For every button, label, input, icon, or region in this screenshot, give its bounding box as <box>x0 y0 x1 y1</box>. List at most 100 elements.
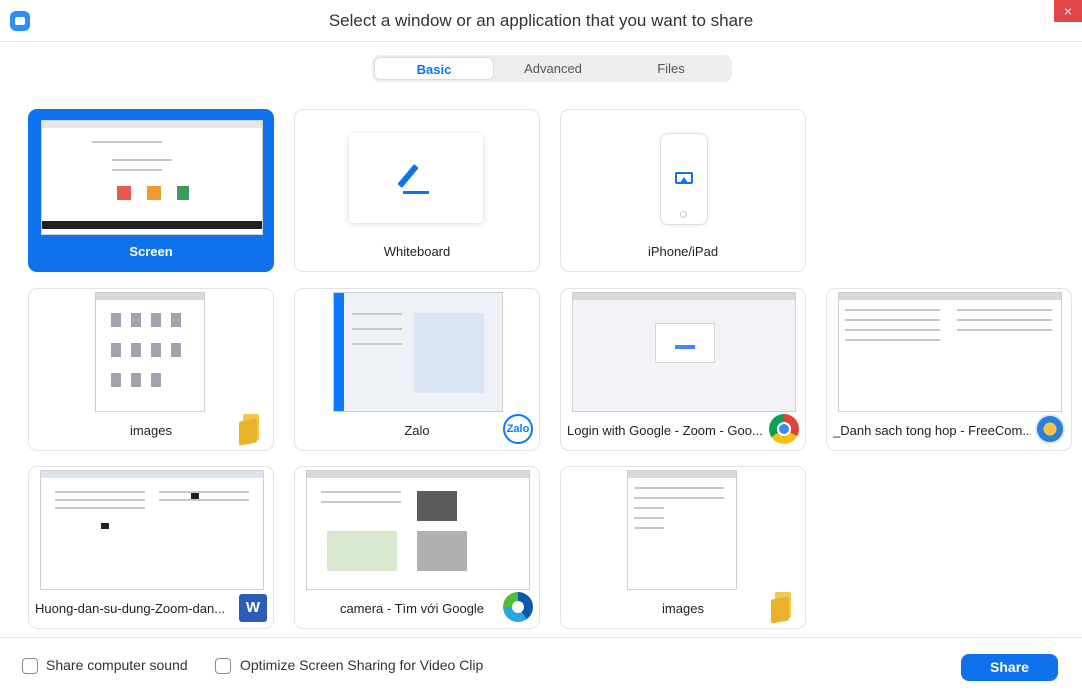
share-card-word[interactable]: Huong-dan-su-dung-Zoom-dan... W <box>28 466 274 629</box>
optimize-video-label: Optimize Screen Sharing for Video Clip <box>240 657 484 673</box>
thumb-block <box>171 313 181 327</box>
thumb-block <box>111 373 121 387</box>
thumb-block <box>334 293 344 411</box>
whiteboard-sheet <box>349 133 483 223</box>
airplay-icon <box>675 172 693 184</box>
edge-icon <box>503 592 533 622</box>
thumb-line <box>55 491 145 493</box>
optimize-video-checkbox[interactable] <box>215 658 231 674</box>
thumb-line <box>321 491 401 493</box>
folder-icon <box>771 592 797 622</box>
thumb-bar <box>307 471 529 478</box>
thumb-line <box>957 329 1052 331</box>
thumb-block <box>327 531 397 571</box>
thumb-bar <box>839 293 1061 300</box>
share-card-whiteboard[interactable]: Whiteboard <box>294 109 540 272</box>
share-card-screen[interactable]: Screen <box>28 109 274 272</box>
close-button[interactable]: × <box>1054 0 1082 22</box>
thumb-line <box>352 313 402 315</box>
thumb-block <box>177 186 189 200</box>
share-card-images-2[interactable]: images <box>560 466 806 629</box>
share-card-label: camera - Tìm với Google <box>339 601 485 616</box>
thumb-line <box>92 141 162 143</box>
freecommander-icon <box>1035 414 1065 444</box>
close-icon: × <box>1063 3 1073 19</box>
thumb-line <box>112 159 172 161</box>
thumb-block <box>151 313 161 327</box>
thumb-line <box>634 517 664 519</box>
thumb-bar <box>628 471 736 478</box>
thumb-block <box>151 343 161 357</box>
thumb-line <box>55 499 145 501</box>
thumb-block <box>117 186 131 200</box>
share-card-label: Screen <box>129 244 173 259</box>
screen-thumbnail <box>41 120 263 235</box>
share-card-label: Huong-dan-su-dung-Zoom-dan... <box>35 601 226 616</box>
share-card-label: images <box>130 423 172 438</box>
window-thumbnail <box>40 470 264 590</box>
thumb-block <box>675 345 695 349</box>
window-thumbnail <box>572 292 796 412</box>
folder-icon <box>239 414 265 444</box>
pen-icon <box>397 164 419 188</box>
thumb-bar <box>573 293 795 300</box>
thumb-bar <box>96 293 204 300</box>
tab-files[interactable]: Files <box>612 57 730 80</box>
thumb-line <box>159 499 249 501</box>
thumb-line <box>159 491 249 493</box>
thumb-line <box>957 319 1052 321</box>
thumb-block <box>131 373 141 387</box>
footer-bar: Share computer sound Optimize Screen Sha… <box>0 637 1082 690</box>
thumb-block <box>191 493 199 499</box>
thumb-block <box>131 313 141 327</box>
share-card-label: iPhone/iPad <box>647 244 719 259</box>
tab-advanced[interactable]: Advanced <box>494 57 612 80</box>
window-thumbnail <box>95 292 205 412</box>
window-title: Select a window or an application that y… <box>328 11 754 30</box>
share-computer-sound-checkbox[interactable] <box>22 658 38 674</box>
tab-bar: Basic Advanced Files <box>372 55 732 82</box>
share-card-label: _Danh sach tong hop - FreeCom... <box>833 423 1031 438</box>
share-computer-sound-label: Share computer sound <box>46 657 188 673</box>
share-card-chrome[interactable]: Login with Google - Zoom - Goo... <box>560 288 806 451</box>
window-thumbnail <box>838 292 1062 412</box>
thumb-bar <box>41 471 263 478</box>
zalo-icon: Zalo <box>503 414 533 444</box>
share-card-label: images <box>662 601 704 616</box>
thumb-line <box>55 507 145 509</box>
thumb-block <box>101 523 109 529</box>
home-button <box>680 211 687 218</box>
window-thumbnail <box>627 470 737 590</box>
thumb-line <box>845 319 940 321</box>
thumb-line <box>634 487 724 489</box>
thumb-block <box>131 343 141 357</box>
share-card-label: Login with Google - Zoom - Goo... <box>567 423 763 438</box>
tab-basic[interactable]: Basic <box>374 57 494 80</box>
share-card-zalo[interactable]: Zalo Zalo <box>294 288 540 451</box>
share-card-freecommander[interactable]: _Danh sach tong hop - FreeCom... <box>826 288 1072 451</box>
thumb-line <box>845 339 940 341</box>
window-thumbnail <box>306 470 530 590</box>
thumb-line <box>845 329 940 331</box>
phone-icon <box>660 133 708 225</box>
share-card-images[interactable]: images <box>28 288 274 451</box>
title-bar: Select a window or an application that y… <box>0 0 1082 42</box>
thumb-block <box>417 531 467 571</box>
word-icon: W <box>239 594 267 622</box>
thumb-line <box>352 343 402 345</box>
pen-line <box>403 191 429 194</box>
thumb-block <box>417 491 457 521</box>
thumb-block <box>111 313 121 327</box>
thumb-block <box>655 323 715 363</box>
thumb-line <box>352 328 402 330</box>
thumb-block <box>42 221 262 229</box>
share-card-edge[interactable]: camera - Tìm với Google <box>294 466 540 629</box>
share-button[interactable]: Share <box>961 654 1058 681</box>
chrome-icon <box>769 414 799 444</box>
share-card-label: Whiteboard <box>383 244 451 259</box>
share-card-iphone-ipad[interactable]: iPhone/iPad <box>560 109 806 272</box>
thumb-line <box>957 309 1052 311</box>
thumb-block <box>111 343 121 357</box>
thumb-line <box>634 507 664 509</box>
thumb-bar <box>42 121 262 128</box>
